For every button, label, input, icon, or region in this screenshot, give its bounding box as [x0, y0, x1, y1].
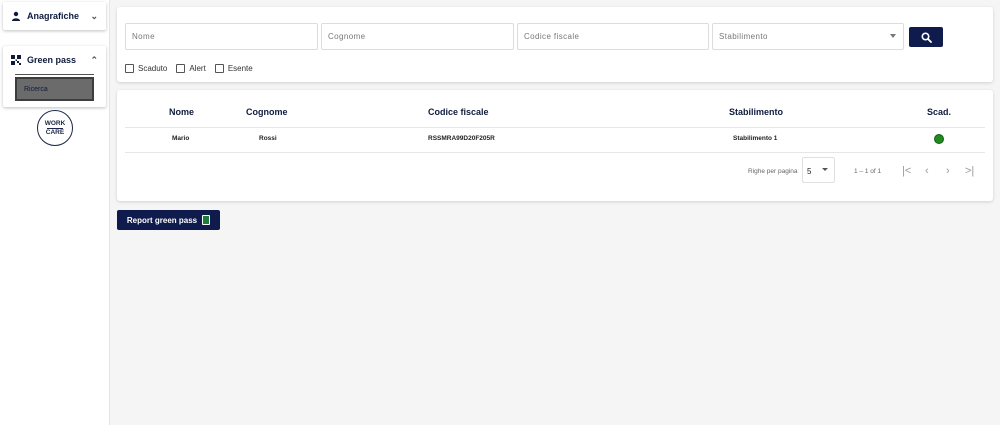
rows-per-page-label: Righe per pagina: [748, 168, 798, 175]
esente-label: Esente: [227, 64, 253, 73]
cell-stabilimento: Stabilimento 1: [733, 135, 778, 142]
greenpass-panel[interactable]: Green pass ⌃ Ricerca: [3, 46, 106, 107]
qr-code-icon: [11, 55, 21, 65]
stabilimento-placeholder: Stabilimento: [719, 32, 768, 41]
checkbox-box[interactable]: [176, 64, 186, 73]
excel-file-icon: [202, 215, 211, 225]
workcare-logo: WORK CARE: [37, 110, 73, 146]
alert-label: Alert: [189, 64, 206, 73]
cell-codice-fiscale: RSSMRA99D20F205R: [428, 135, 495, 142]
codice-fiscale-input[interactable]: Codice fiscale: [517, 23, 709, 50]
anagrafiche-label: Anagrafiche: [27, 11, 80, 21]
dropdown-arrow-icon: [890, 34, 896, 38]
scaduto-checkbox[interactable]: Scaduto: [125, 64, 167, 73]
chevron-up-icon: ⌃: [90, 54, 98, 65]
cell-nome: Mario: [172, 135, 190, 142]
dropdown-arrow-icon: [822, 168, 828, 171]
row-divider: [125, 152, 985, 153]
next-page-icon[interactable]: ›: [946, 165, 950, 177]
filter-checkboxes: Scaduto Alert Esente: [125, 64, 253, 73]
divider: [15, 74, 94, 75]
checkbox-box[interactable]: [214, 64, 224, 73]
report-green-pass-button[interactable]: Report green pass: [117, 210, 220, 230]
checkbox-box[interactable]: [125, 64, 134, 73]
first-page-icon[interactable]: |<: [902, 165, 911, 177]
last-page-icon[interactable]: >|: [965, 165, 974, 177]
header-divider: [125, 127, 985, 128]
cell-cognome: Rossi: [259, 135, 277, 142]
anagrafiche-panel[interactable]: Anagrafiche ⌄: [3, 2, 106, 30]
header-nome[interactable]: Nome: [169, 107, 194, 117]
ricerca-button[interactable]: Ricerca: [15, 77, 94, 101]
sidebar: Anagrafiche ⌄ Green pass ⌃ Ricerca WORK …: [0, 0, 110, 425]
logo-text-top: WORK: [44, 120, 66, 128]
results-table-card: Nome Cognome Codice fiscale Stabilimento…: [117, 90, 993, 201]
status-ok-indicator: [934, 134, 944, 144]
anagrafiche-header[interactable]: Anagrafiche ⌄: [3, 2, 106, 30]
header-stabilimento[interactable]: Stabilimento: [729, 107, 783, 117]
header-scad[interactable]: Scad.: [927, 107, 951, 117]
scaduto-label: Scaduto: [138, 64, 168, 73]
user-icon: [12, 11, 20, 21]
header-cognome[interactable]: Cognome: [246, 107, 288, 117]
prev-page-icon[interactable]: ‹: [925, 165, 929, 177]
search-card: Nome Cognome Codice fiscale Stabilimento…: [117, 7, 993, 82]
greenpass-label: Green pass: [27, 55, 77, 65]
header-codice-fiscale[interactable]: Codice fiscale: [428, 107, 489, 117]
search-icon: [920, 31, 932, 43]
rows-per-page-select[interactable]: 5: [802, 157, 835, 183]
report-button-label: Report green pass: [126, 215, 198, 225]
logo-text-bottom: CARE: [45, 128, 65, 136]
alert-checkbox[interactable]: Alert: [176, 64, 206, 73]
pagination-range: 1 – 1 of 1: [854, 168, 882, 175]
stabilimento-select[interactable]: Stabilimento: [712, 23, 904, 50]
greenpass-header[interactable]: Green pass ⌃: [3, 46, 106, 74]
cognome-input[interactable]: Cognome: [321, 23, 514, 50]
nome-input[interactable]: Nome: [125, 23, 318, 50]
chevron-down-icon: ⌄: [90, 10, 98, 21]
esente-checkbox[interactable]: Esente: [214, 64, 253, 73]
rows-per-page-value: 5: [807, 167, 812, 176]
search-button[interactable]: [909, 27, 943, 47]
